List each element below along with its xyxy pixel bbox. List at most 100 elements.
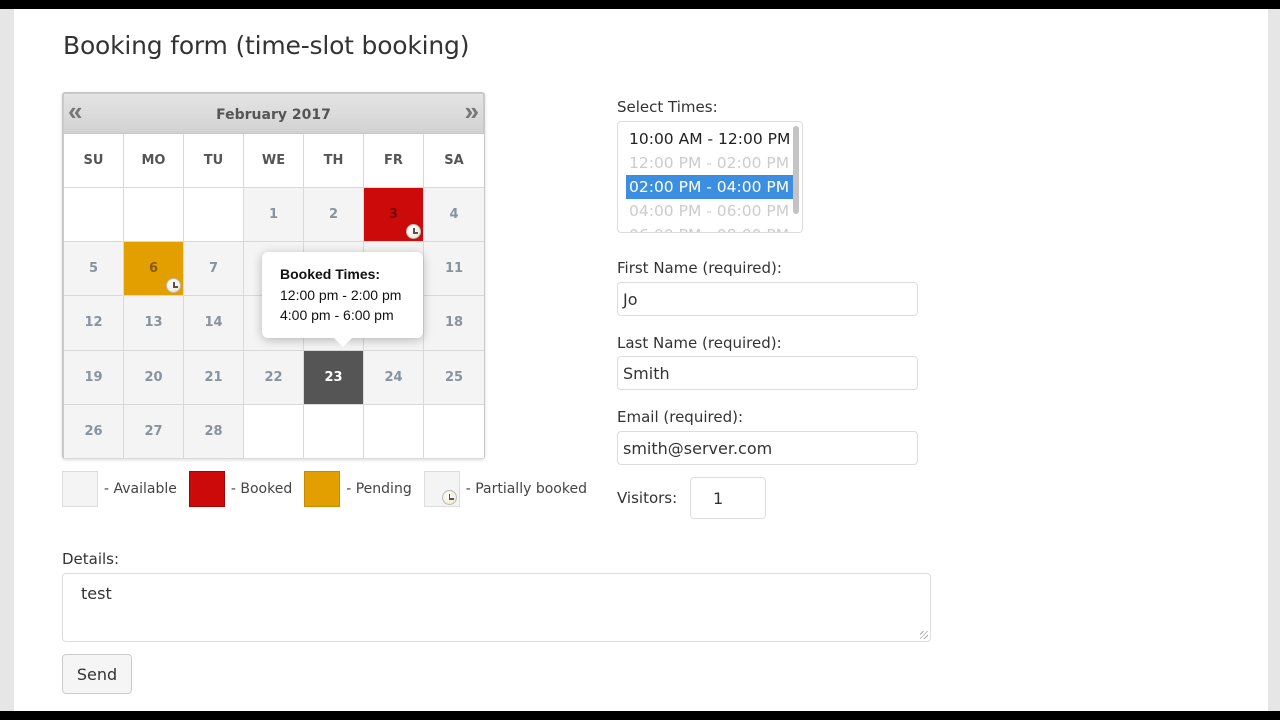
calendar-header: « February 2017 » [64,94,483,134]
time-slot-option[interactable]: 02:00 PM - 04:00 PM [626,175,796,199]
visitors-input[interactable]: 1 [690,477,766,519]
day-number: 3 [388,207,399,223]
day-number: 5 [88,261,99,277]
calendar-day-18[interactable]: 18 [424,296,484,351]
calendar-day-12[interactable]: 12 [64,296,124,351]
legend-booked: - Booked [188,471,293,507]
day-number: 18 [444,315,464,331]
day-number: 7 [208,261,219,277]
weekday-header: TH [304,134,364,188]
browser-viewport: Booking form (time-slot booking) « Febru… [0,9,1280,711]
tooltip-booked-time: 12:00 pm - 2:00 pm [280,287,402,303]
day-number: 20 [144,369,163,385]
send-button[interactable]: Send [62,654,132,694]
details-value: test [81,584,112,603]
calendar-day-24[interactable]: 24 [364,350,424,405]
day-number: 24 [384,369,403,385]
time-slot-option[interactable]: 10:00 AM - 12:00 PM [626,127,798,151]
email-input[interactable]: smith@server.com [617,431,918,465]
booked-times-tooltip: Booked Times: 12:00 pm - 2:00 pm 4:00 pm… [262,252,423,347]
calendar-day-6[interactable]: 6 [124,242,184,297]
day-number: 2 [328,207,339,223]
calendar-day-22[interactable]: 22 [244,350,304,405]
last-name-label: Last Name (required): [617,334,782,352]
next-month-button[interactable]: » [465,98,479,124]
partial-swatch [423,471,460,507]
calendar-legend: - Available - Booked - Pending - Partial… [62,471,599,507]
day-number: 13 [144,315,163,331]
page-content: Booking form (time-slot booking) « Febru… [14,9,1268,711]
day-number: 1 [268,207,279,223]
day-number: 6 [148,261,159,277]
listbox-scrollbar[interactable] [793,126,799,214]
first-name-input[interactable]: Jo [617,282,918,316]
email-label: Email (required): [617,408,743,426]
legend-available: - Available [62,471,177,507]
calendar-empty-cell [64,188,124,243]
last-name-input[interactable]: Smith [617,356,918,390]
calendar-day-25[interactable]: 25 [424,350,484,405]
calendar-day-5[interactable]: 5 [64,242,124,297]
calendar-empty-cell [364,404,424,459]
calendar-day-4[interactable]: 4 [424,188,484,243]
calendar-day-27[interactable]: 27 [124,404,184,459]
calendar-day-20[interactable]: 20 [124,350,184,405]
select-times-label: Select Times: [617,98,718,116]
legend-partially-booked: - Partially booked [423,471,587,507]
calendar-empty-cell [124,188,184,243]
available-swatch [62,471,98,507]
calendar-empty-cell [184,188,244,243]
calendar-day-14[interactable]: 14 [184,296,244,351]
calendar-day-21[interactable]: 21 [184,350,244,405]
day-number: 28 [204,423,223,439]
weekday-header: MO [124,134,184,188]
day-number: 19 [84,369,103,385]
time-slot-listbox[interactable]: 10:00 AM - 12:00 PM 12:00 PM - 02:00 PM 02… [617,121,803,233]
clock-icon [166,278,181,294]
calendar-day-19[interactable]: 19 [64,350,124,405]
calendar-day-3[interactable]: 3 [364,188,424,243]
pending-swatch [304,471,341,507]
tooltip-booked-time: 4:00 pm - 6:00 pm [280,307,394,323]
legend-label: - Booked [230,481,293,497]
time-slot-option: 06:00 PM - 08:00 PM [626,223,798,232]
calendar-day-26[interactable]: 26 [64,404,124,459]
visitors-label: Visitors: [617,489,678,507]
calendar-day-13[interactable]: 13 [124,296,184,351]
day-number: 11 [444,261,464,277]
day-number: 4 [449,207,459,223]
page-title: Booking form (time-slot booking) [63,31,470,60]
day-number: 22 [264,369,283,385]
time-slot-option: 12:00 PM - 02:00 PM [629,154,790,172]
clock-icon [406,224,421,240]
tooltip-title: Booked Times: [280,266,381,282]
day-number: 27 [144,423,163,439]
details-textarea[interactable]: test [62,573,931,642]
weekday-header: FR [364,134,424,188]
legend-label: - Pending [346,481,412,497]
first-name-label: First Name (required): [617,259,782,277]
calendar-day-2[interactable]: 2 [304,188,364,243]
day-number: 14 [204,315,223,331]
clock-icon [441,490,457,505]
calendar-empty-cell [244,404,304,459]
calendar-day-1[interactable]: 1 [244,188,304,243]
weekday-header: SA [424,134,484,188]
day-number: 21 [204,369,223,385]
calendar-empty-cell [424,404,484,459]
calendar-day-23[interactable]: 23 [304,350,364,405]
legend-pending: - Pending [304,471,412,507]
legend-label: - Available [104,481,177,497]
details-label: Details: [62,550,120,568]
calendar-month-label: February 2017 [216,107,331,123]
day-number: 25 [444,369,464,385]
resize-handle[interactable] [920,631,928,639]
calendar-day-7[interactable]: 7 [184,242,244,297]
legend-label: - Partially booked [465,481,587,497]
weekday-header: TU [184,134,244,188]
time-slot-option: 04:00 PM - 06:00 PM [629,202,790,220]
day-number: 23 [324,369,343,385]
calendar-day-28[interactable]: 28 [184,404,244,459]
calendar-day-11[interactable]: 11 [424,242,484,297]
day-number: 12 [84,315,103,331]
